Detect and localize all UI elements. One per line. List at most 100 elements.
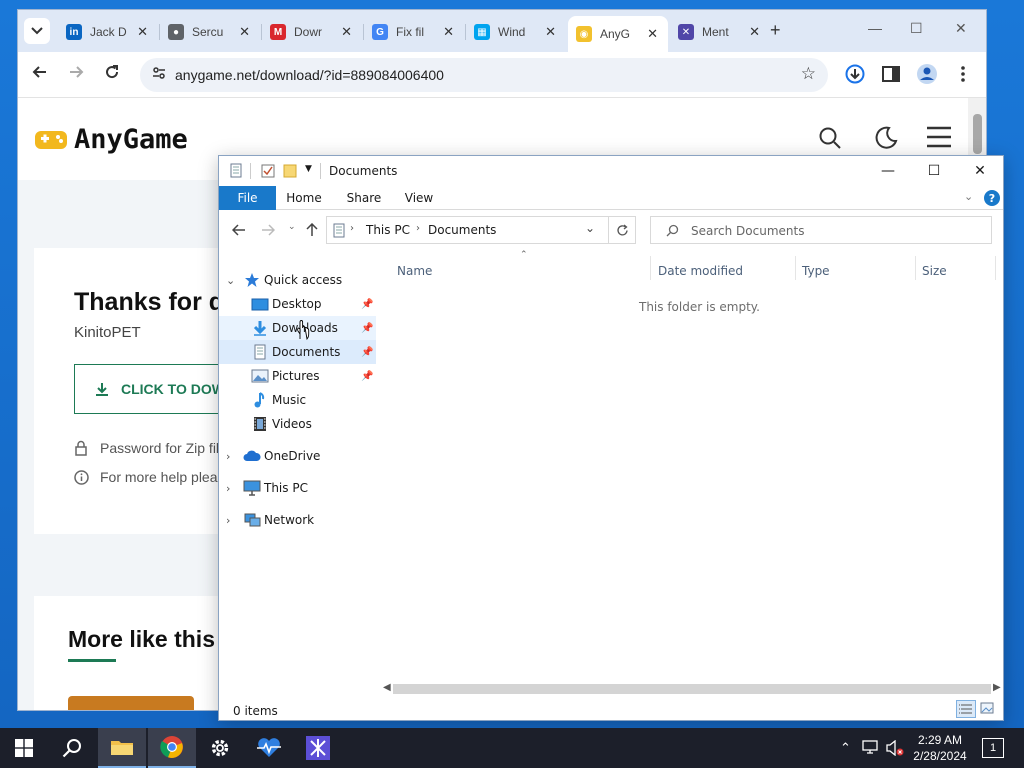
site-logo[interactable]: AnyGame <box>34 124 188 155</box>
site-info-icon[interactable] <box>152 66 166 83</box>
large-icons-view-icon[interactable] <box>979 700 997 718</box>
menu-kebab-icon[interactable] <box>952 63 974 85</box>
nav-quick-access[interactable]: ⌄ Quick access <box>219 268 376 292</box>
taskbar-chrome[interactable] <box>148 728 196 768</box>
scroll-left-arrow-icon[interactable]: ◀ <box>383 682 391 693</box>
hamburger-menu-icon[interactable] <box>926 126 952 153</box>
tab-close-icon[interactable]: ✕ <box>443 24 454 40</box>
tab-close-icon[interactable]: ✕ <box>545 24 556 40</box>
search-icon[interactable] <box>818 126 842 155</box>
path-dropdown-chevron-icon[interactable]: ⌄ <box>585 221 595 235</box>
browser-tab[interactable]: ● Sercu ✕ <box>160 18 260 46</box>
nav-label: OneDrive <box>264 449 321 463</box>
tab-close-icon[interactable]: ✕ <box>137 24 148 40</box>
browser-tab[interactable]: M Dowr ✕ <box>262 18 362 46</box>
nav-onedrive[interactable]: › OneDrive <box>219 444 376 468</box>
browser-tab[interactable]: G Fix fil ✕ <box>364 18 464 46</box>
profile-avatar-icon[interactable] <box>916 63 938 85</box>
back-button[interactable] <box>32 64 48 85</box>
network-status-icon[interactable] <box>862 740 878 757</box>
tab-close-icon[interactable]: ✕ <box>341 24 352 40</box>
horizontal-scroll-thumb[interactable] <box>393 684 991 694</box>
ribbon-tab-home[interactable]: Home <box>281 186 327 210</box>
column-divider[interactable] <box>795 256 796 280</box>
taskbar-settings[interactable] <box>196 728 244 768</box>
column-divider[interactable] <box>995 256 996 280</box>
browser-tab[interactable]: ✕ Ment ✕ <box>670 18 770 46</box>
column-header-name[interactable]: Name <box>397 264 432 278</box>
maximize-button[interactable]: ☐ <box>910 20 923 37</box>
nav-desktop[interactable]: Desktop 📌 <box>219 292 376 316</box>
tab-close-icon[interactable]: ✕ <box>749 24 760 40</box>
explorer-close-button[interactable]: ✕ <box>957 160 1003 182</box>
nav-documents[interactable]: Documents 📌 <box>219 340 376 364</box>
properties-check-icon[interactable] <box>261 164 275 178</box>
ribbon-tab-share[interactable]: Share <box>341 186 387 210</box>
taskbar-search-button[interactable] <box>48 728 96 768</box>
game-thumbnail[interactable] <box>68 696 194 710</box>
column-header-type[interactable]: Type <box>802 264 830 278</box>
refresh-button[interactable] <box>608 216 636 244</box>
browser-tab[interactable]: ▦ Wind ✕ <box>466 18 566 46</box>
nav-this-pc[interactable]: › This PC <box>219 476 376 500</box>
explorer-maximize-button[interactable]: ☐ <box>911 160 957 182</box>
close-button[interactable]: ✕ <box>955 20 967 37</box>
collapse-chevron-icon[interactable]: ⌄ <box>226 274 235 287</box>
column-header-date-modified[interactable]: Date modified <box>658 264 743 278</box>
explorer-minimize-button[interactable]: — <box>865 160 911 182</box>
nav-music[interactable]: Music <box>219 388 376 412</box>
tab-close-icon[interactable]: ✕ <box>239 24 250 40</box>
column-divider[interactable] <box>650 256 651 280</box>
column-header-size[interactable]: Size <box>922 264 947 278</box>
refresh-icon <box>617 223 628 235</box>
help-icon[interactable]: ? <box>984 190 1000 206</box>
nav-network[interactable]: › Network <box>219 508 376 532</box>
ribbon-expand-chevron-icon[interactable]: ⌄ <box>964 190 973 203</box>
search-documents-input[interactable]: Search Documents <box>650 216 992 244</box>
quick-access-toolbar-dropdown-icon[interactable]: ▼ <box>305 164 312 174</box>
system-clock[interactable]: 2:29 AM 2/28/2024 <box>908 732 972 764</box>
column-divider[interactable] <box>915 256 916 280</box>
expand-chevron-icon[interactable]: › <box>226 482 230 495</box>
expand-chevron-icon[interactable]: › <box>226 450 230 463</box>
show-hidden-icons-chevron[interactable]: ⌃ <box>840 740 851 756</box>
scroll-right-arrow-icon[interactable]: ▶ <box>993 682 1001 693</box>
reload-button[interactable] <box>104 64 120 85</box>
taskbar-health-app[interactable] <box>245 728 293 768</box>
breadcrumb-documents[interactable]: Documents <box>428 223 496 237</box>
volume-muted-icon[interactable] <box>886 739 904 759</box>
nav-videos[interactable]: Videos <box>219 412 376 436</box>
up-arrow-icon[interactable] <box>306 223 318 237</box>
details-view-icon[interactable] <box>956 700 976 718</box>
notification-center-icon[interactable]: 1 <box>982 738 1004 758</box>
back-arrow-icon[interactable] <box>232 224 246 236</box>
ribbon-tab-view[interactable]: View <box>397 186 441 210</box>
start-button[interactable] <box>0 728 48 768</box>
expand-chevron-icon[interactable]: › <box>226 514 230 527</box>
nav-pictures[interactable]: Pictures 📌 <box>219 364 376 388</box>
help-note: For more help plea <box>74 469 218 485</box>
side-panel-icon[interactable] <box>880 63 902 85</box>
bookmark-star-icon[interactable]: ☆ <box>801 64 816 84</box>
new-folder-icon[interactable] <box>283 163 297 178</box>
ribbon-tab-file[interactable]: File <box>219 186 276 210</box>
browser-tab[interactable]: in Jack D ✕ <box>58 18 158 46</box>
path-bar[interactable]: › This PC › Documents ⌄ <box>326 216 636 244</box>
search-icon <box>62 739 81 758</box>
browser-tab[interactable]: ◉ AnyG ✕ <box>568 16 668 52</box>
dark-mode-moon-icon[interactable] <box>874 126 898 155</box>
tab-search-button[interactable] <box>24 18 50 44</box>
breadcrumb-this-pc[interactable]: This PC <box>366 223 410 237</box>
forward-arrow-icon[interactable] <box>261 224 275 236</box>
taskbar-mentor-app[interactable] <box>294 728 342 768</box>
download-indicator-icon[interactable] <box>844 63 866 85</box>
page-scroll-thumb[interactable] <box>973 114 982 154</box>
tab-close-icon[interactable]: ✕ <box>647 26 658 42</box>
minimize-button[interactable]: — <box>868 20 882 36</box>
recent-locations-chevron-icon[interactable]: ⌄ <box>288 222 296 232</box>
horizontal-scrollbar[interactable]: ◀ ▶ <box>381 682 1003 696</box>
address-bar[interactable]: anygame.net/download/?id=889084006400 ☆ <box>140 58 828 92</box>
taskbar-file-explorer[interactable] <box>98 728 146 768</box>
new-tab-button[interactable]: + <box>770 20 781 41</box>
forward-button[interactable] <box>68 64 84 85</box>
